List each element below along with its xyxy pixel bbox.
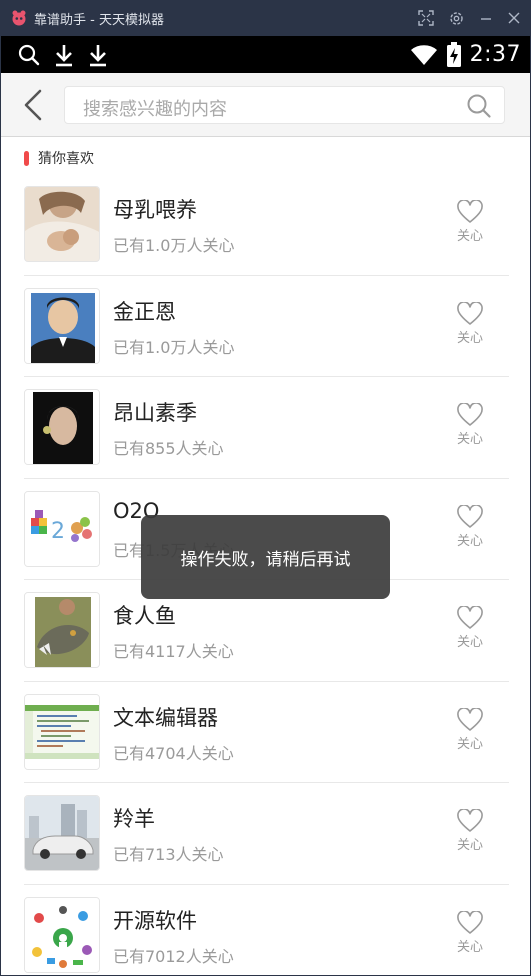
battery-charging-icon bbox=[446, 41, 461, 67]
toast-text: 操作失败，请稍后再试 bbox=[180, 549, 351, 570]
minimize-icon[interactable] bbox=[479, 11, 493, 25]
status-clock: 2:37 bbox=[469, 42, 521, 67]
follow-label: 关心 bbox=[456, 229, 483, 244]
follower-count: 已有7012人关心 bbox=[113, 946, 234, 966]
follow-button[interactable]: 关心 bbox=[449, 200, 491, 252]
topic-name: 文本编辑器 bbox=[113, 705, 218, 730]
topic-thumbnail bbox=[24, 592, 100, 668]
follow-label: 关心 bbox=[456, 939, 483, 955]
app-logo-icon bbox=[12, 10, 26, 26]
follow-label: 关心 bbox=[456, 330, 483, 346]
heart-icon bbox=[457, 809, 483, 832]
follower-count: 已有4117人关心 bbox=[113, 642, 234, 661]
search-input[interactable]: 搜索感兴趣的内容 bbox=[64, 86, 505, 124]
follow-label: 关心 bbox=[456, 432, 483, 447]
topic-thumbnail bbox=[24, 389, 100, 465]
list-item[interactable]: 昂山素季 已有855人关心 关心 bbox=[0, 377, 531, 479]
follow-button[interactable]: 关心 bbox=[449, 606, 491, 658]
topic-name: 开源软件 bbox=[113, 908, 197, 933]
topic-name: 羚羊 bbox=[113, 807, 155, 831]
emulator-title-bar: 靠谱助手 - 天天模拟器 bbox=[0, 0, 531, 36]
topic-name: 金正恩 bbox=[113, 299, 176, 324]
topic-thumbnail bbox=[24, 693, 100, 770]
close-icon[interactable] bbox=[507, 11, 521, 25]
section-marker bbox=[24, 151, 29, 166]
follow-label: 关心 bbox=[456, 533, 483, 549]
follow-button[interactable]: 关心 bbox=[449, 301, 491, 354]
section-title: 猜你喜欢 bbox=[38, 151, 94, 167]
heart-icon bbox=[457, 301, 483, 325]
follower-count: 已有855人关心 bbox=[113, 439, 224, 458]
list-item[interactable]: 文本编辑器 已有4704人关心 关心 bbox=[0, 682, 531, 783]
topic-name: 母乳喂养 bbox=[113, 198, 197, 222]
follow-button[interactable]: 关心 bbox=[449, 504, 491, 557]
status-left-icons bbox=[18, 36, 108, 73]
svg-text:2: 2 bbox=[51, 519, 65, 544]
gear-icon[interactable] bbox=[448, 10, 465, 27]
heart-icon bbox=[457, 504, 483, 528]
section-header: 猜你喜欢 bbox=[0, 146, 531, 172]
follower-count: 已有4704人关心 bbox=[113, 743, 234, 763]
heart-icon bbox=[457, 910, 483, 934]
status-bar: 2:37 bbox=[0, 36, 531, 73]
heart-icon bbox=[457, 707, 483, 731]
window-controls bbox=[418, 0, 521, 36]
follow-button[interactable]: 关心 bbox=[449, 809, 491, 861]
list-item[interactable]: 母乳喂养 已有1.0万人关心 关心 bbox=[0, 174, 531, 276]
fullscreen-icon[interactable] bbox=[418, 10, 434, 26]
status-right: 2:37 bbox=[410, 36, 521, 73]
follow-button[interactable]: 关心 bbox=[449, 403, 491, 455]
download-icon bbox=[56, 44, 72, 66]
heart-icon bbox=[457, 606, 483, 629]
follower-count: 已有1.0万人关心 bbox=[113, 337, 235, 357]
topic-thumbnail bbox=[24, 186, 100, 262]
list-item[interactable]: 开源软件 已有7012人关心 关心 bbox=[0, 885, 531, 976]
follow-button[interactable]: 关心 bbox=[449, 910, 491, 963]
follower-count: 已有1.0万人关心 bbox=[113, 236, 235, 255]
follow-label: 关心 bbox=[456, 635, 483, 650]
window-title: 靠谱助手 - 天天模拟器 bbox=[34, 12, 164, 28]
follow-label: 关心 bbox=[456, 838, 483, 853]
search-placeholder: 搜索感兴趣的内容 bbox=[83, 99, 227, 120]
follower-count: 已有713人关心 bbox=[113, 845, 224, 864]
topic-name: 昂山素季 bbox=[113, 401, 197, 425]
topic-thumbnail bbox=[24, 287, 100, 364]
topic-name: 食人鱼 bbox=[113, 604, 176, 628]
search-icon[interactable] bbox=[466, 93, 492, 119]
emulator-window: 靠谱助手 - 天天模拟器 2:37 搜索感兴趣的内容 猜你喜欢 母乳喂养 已有1… bbox=[0, 0, 531, 976]
search-icon bbox=[18, 44, 40, 65]
back-arrow-icon[interactable] bbox=[18, 87, 50, 123]
heart-icon bbox=[457, 200, 483, 223]
topic-thumbnail bbox=[24, 896, 100, 973]
follow-label: 关心 bbox=[456, 736, 483, 752]
download-icon bbox=[90, 44, 106, 66]
list-item[interactable]: 金正恩 已有1.0万人关心 关心 bbox=[0, 276, 531, 377]
wifi-icon bbox=[410, 44, 437, 65]
topic-thumbnail bbox=[24, 795, 100, 871]
app-header: 搜索感兴趣的内容 bbox=[0, 73, 531, 137]
follow-button[interactable]: 关心 bbox=[449, 707, 491, 760]
toast-message: 操作失败，请稍后再试 bbox=[141, 515, 390, 599]
list-item[interactable]: 羚羊 已有713人关心 关心 bbox=[0, 783, 531, 885]
topic-thumbnail: 2 bbox=[24, 490, 100, 567]
heart-icon bbox=[457, 403, 483, 426]
